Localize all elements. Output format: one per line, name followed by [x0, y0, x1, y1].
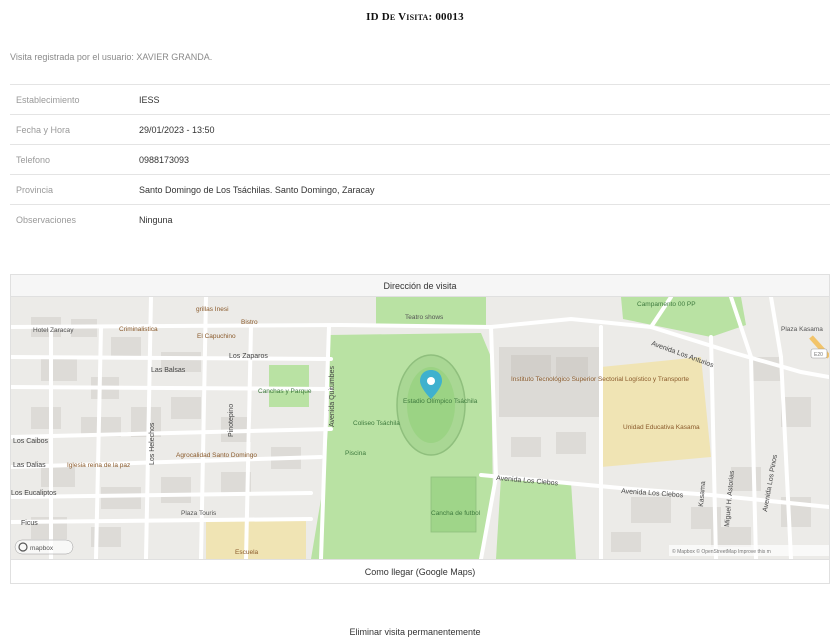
detail-label: Establecimiento	[16, 94, 80, 105]
map-label: Plaza Touris	[181, 510, 217, 517]
map-label: Agrocalidad Santo Domingo	[176, 452, 257, 459]
map-label: Estadio Olímpico Tsáchila	[403, 398, 478, 405]
map-label: Hotel Zaracay	[33, 327, 74, 334]
map-label: Cancha de futbol	[431, 510, 481, 517]
map-label: Avenida Quitumbes	[329, 366, 336, 427]
map-label: Escuela	[235, 549, 259, 556]
map-label: Instituto Tecnológico Superior Sectorial…	[511, 376, 689, 383]
map-label: Los Zaparos	[229, 353, 268, 360]
map-label: grillas Inesi	[196, 306, 229, 313]
detail-value: 0988173093	[139, 154, 190, 165]
detail-label: Provincia	[16, 184, 54, 195]
detail-label: Fecha y Hora	[16, 124, 71, 135]
map-attribution: © Mapbox © OpenStreetMap Improve this m	[672, 548, 771, 555]
detail-row-observaciones: Observaciones Ninguna	[10, 204, 830, 234]
map-label: Las Dalias	[13, 462, 46, 469]
map-label: Los Caibos	[13, 438, 49, 445]
visit-title: ID De Visita: 00013	[366, 11, 464, 23]
map-label: Piscina	[345, 450, 366, 457]
detail-label: Telefono	[16, 154, 51, 165]
map-label: Campamento 00 PP	[637, 301, 696, 308]
map-label: Iglesia reina de la paz	[67, 462, 130, 469]
map-label: Los Helechos	[149, 422, 156, 465]
visit-details-table: Establecimiento IESS Fecha y Hora 29/01/…	[10, 84, 830, 234]
map-label: Plaza Kasama	[781, 326, 823, 333]
map-label: Canchas y Parque	[258, 388, 312, 395]
map-label: Los Eucaliptos	[11, 490, 57, 497]
detail-row-establecimiento: Establecimiento IESS	[10, 84, 830, 114]
detail-row-provincia: Provincia Santo Domingo de Los Tsáchilas…	[10, 174, 830, 204]
map-label: E20	[814, 352, 823, 358]
map-section-header: Dirección de visita	[10, 274, 830, 297]
registered-by-text: Visita registrada por el usuario: XAVIER…	[10, 52, 213, 62]
map-label: Teatro shows	[405, 314, 444, 321]
map-label: Pinotepino	[228, 404, 235, 437]
detail-value: IESS	[139, 94, 160, 105]
map-label: Coliseo Tsáchila	[353, 420, 400, 427]
map-label: Criminalistica	[119, 326, 158, 333]
visit-location-map[interactable]: Hotel Zaracay Criminalistica grillas Ine…	[10, 297, 830, 559]
map-label: Bistro	[241, 319, 258, 326]
detail-value: Santo Domingo de Los Tsáchilas. Santo Do…	[139, 184, 375, 195]
detail-row-fecha: Fecha y Hora 29/01/2023 - 13:50	[10, 114, 830, 144]
detail-row-telefono: Telefono 0988173093	[10, 144, 830, 174]
map-label: Unidad Educativa Kasama	[623, 424, 700, 431]
svg-text:mapbox: mapbox	[30, 545, 54, 552]
detail-label: Observaciones	[16, 214, 77, 225]
map-label: Ficus	[21, 520, 38, 527]
map-label: El Capuchino	[197, 333, 236, 340]
delete-visit-button[interactable]: Eliminar visita permanentemente	[0, 627, 830, 637]
mapbox-logo-icon: mapbox	[14, 539, 74, 555]
map-label: Las Balsas	[151, 367, 186, 374]
detail-value: Ninguna	[139, 214, 173, 225]
detail-value: 29/01/2023 - 13:50	[139, 124, 215, 135]
google-maps-directions-link[interactable]: Como llegar (Google Maps)	[10, 559, 830, 584]
